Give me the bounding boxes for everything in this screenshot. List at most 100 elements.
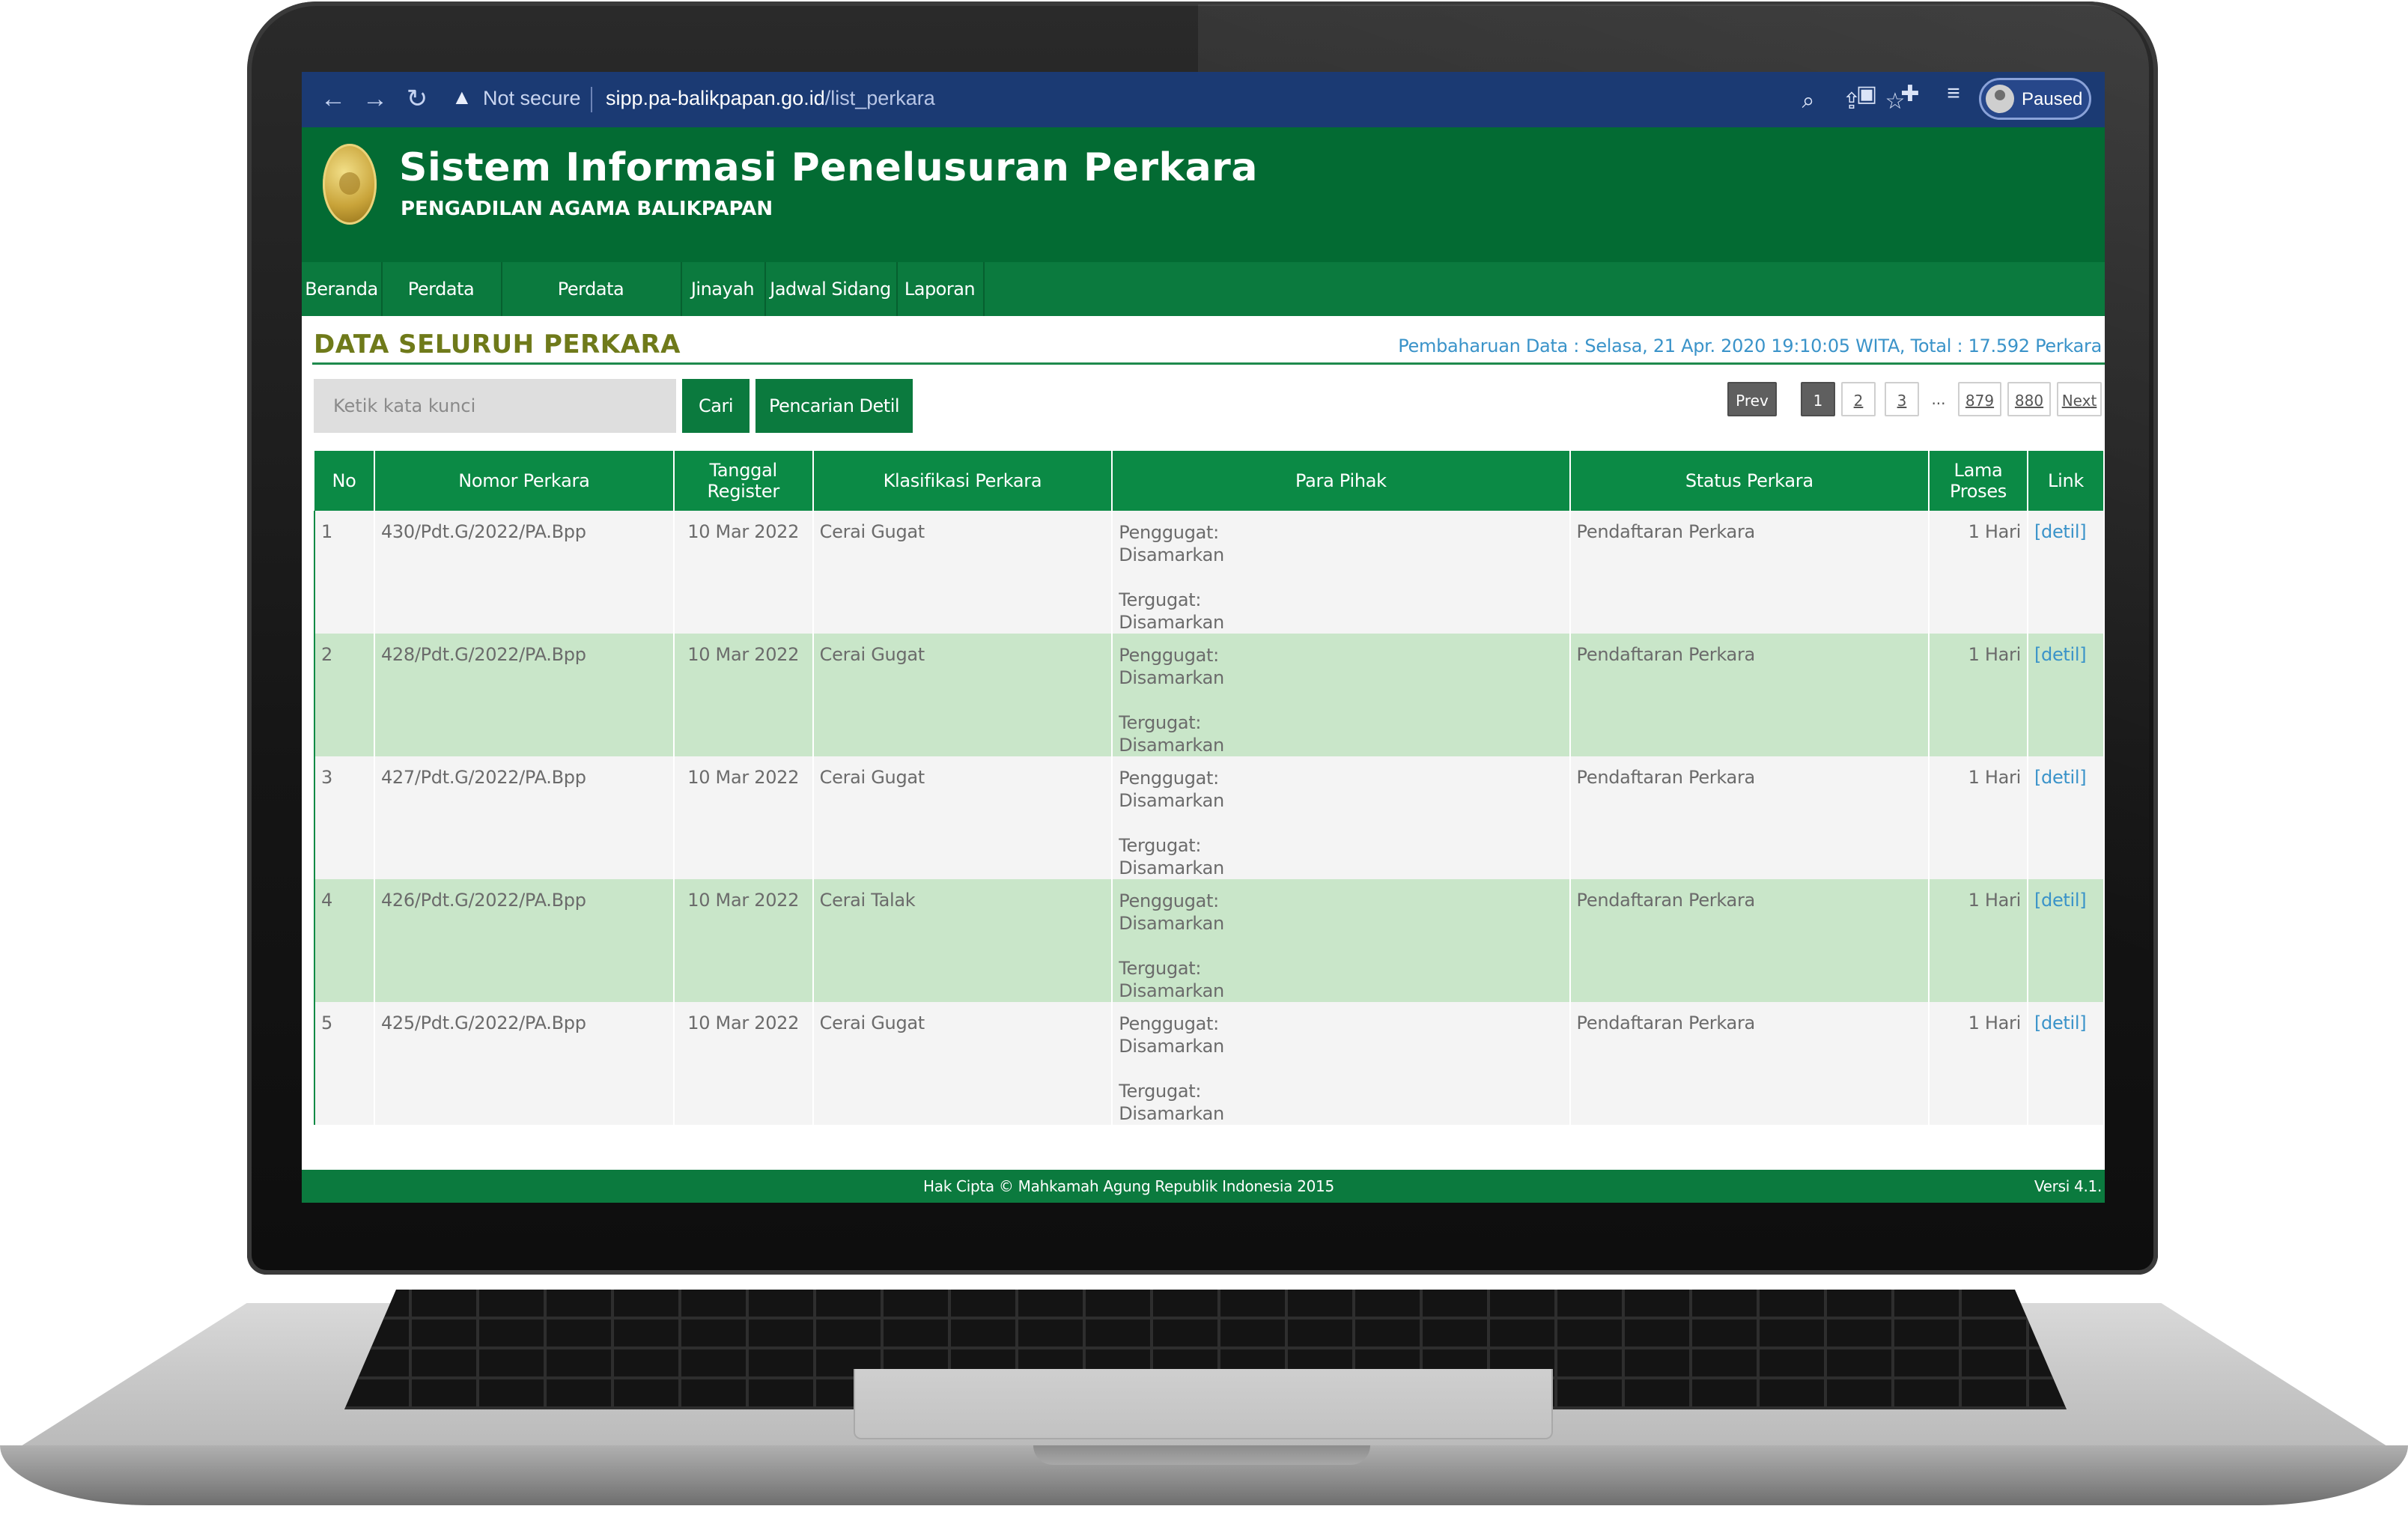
column-header-no[interactable]: No: [314, 451, 375, 511]
security-label[interactable]: Not secure: [483, 87, 581, 110]
cell-lama-proses: 1 Hari: [1929, 1002, 2028, 1125]
forward-arrow-icon[interactable]: →: [359, 82, 392, 115]
tergugat-label: Tergugat:: [1119, 835, 1202, 856]
menu-item-perdata-permohonan[interactable]: Perdata Permohonan: [501, 262, 682, 353]
pagination-ellipsis: ...: [1931, 390, 1946, 408]
tab-search-icon[interactable]: ▣: [1852, 81, 1882, 107]
next-page-button[interactable]: Next: [2057, 382, 2102, 416]
table-row: 2 428/Pdt.G/2022/PA.Bpp 10 Mar 2022 Cera…: [314, 634, 2105, 756]
tergugat-name: Disamarkan: [1119, 980, 1224, 1001]
tergugat-name: Disamarkan: [1119, 857, 1224, 878]
laptop-notch: [1033, 1445, 1370, 1465]
cell-no: 5: [314, 1002, 375, 1125]
column-header-lama-proses[interactable]: Lama Proses: [1929, 451, 2028, 511]
prev-page-button[interactable]: Prev: [1727, 382, 1777, 416]
column-header-klasifikasi[interactable]: Klasifikasi Perkara: [812, 451, 1113, 511]
detail-link[interactable]: [detil]: [2034, 644, 2087, 665]
penggugat-name: Disamarkan: [1119, 913, 1224, 934]
extensions-icon[interactable]: ✚: [1895, 81, 1925, 107]
cell-para-pihak: Penggugat: Disamarkan Tergugat: Disamark…: [1112, 1002, 1571, 1125]
url-host: sipp.pa-balikpapan.go.id: [606, 87, 825, 109]
page-button-3[interactable]: 3: [1885, 382, 1919, 416]
column-header-link[interactable]: Link: [2027, 451, 2105, 511]
reading-list-icon[interactable]: ≡: [1939, 81, 1968, 106]
avatar-icon: [1986, 85, 2014, 113]
cell-klasifikasi: Cerai Gugat: [812, 756, 1113, 879]
tergugat-label: Tergugat:: [1119, 958, 1202, 979]
site-footer: Hak Cipta © Mahkamah Agung Republik Indo…: [302, 1170, 2105, 1203]
cell-tanggal: 10 Mar 2022: [673, 1002, 814, 1125]
tergugat-name: Disamarkan: [1119, 612, 1224, 633]
cell-para-pihak: Penggugat: Disamarkan Tergugat: Disamark…: [1112, 879, 1571, 1002]
tergugat-label: Tergugat:: [1119, 712, 1202, 733]
profile-button[interactable]: Paused: [1979, 78, 2091, 120]
back-arrow-icon[interactable]: ←: [317, 82, 350, 115]
menu-item-jinayah[interactable]: Jinayah: [681, 262, 766, 316]
main-content: DATA SELURUH PERKARA Pembaharuan Data : …: [302, 316, 2105, 1162]
warning-icon[interactable]: ▲: [452, 85, 472, 109]
page-button-880[interactable]: 880: [2007, 382, 2051, 416]
address-bar[interactable]: ▲ Not secure sipp.pa-balikpapan.go.id/li…: [444, 79, 1964, 120]
detail-link[interactable]: [detil]: [2034, 767, 2087, 788]
version-text: Versi 4.1.: [2034, 1177, 2102, 1195]
cell-status: Pendaftaran Perkara: [1569, 1002, 1930, 1125]
page-button-2[interactable]: 2: [1841, 382, 1876, 416]
site-title: Sistem Informasi Penelusuran Perkara: [399, 145, 1258, 190]
cell-para-pihak: Penggugat: Disamarkan Tergugat: Disamark…: [1112, 511, 1571, 634]
cell-status: Pendaftaran Perkara: [1569, 756, 1930, 879]
menu-item-perdata-gugatan[interactable]: Perdata Gugatan: [381, 262, 502, 353]
cell-status: Pendaftaran Perkara: [1569, 879, 1930, 1002]
menu-item-beranda[interactable]: Beranda: [302, 262, 383, 316]
column-header-para-pihak[interactable]: Para Pihak: [1112, 451, 1571, 511]
profile-status: Paused: [2022, 89, 2083, 109]
cell-no: 3: [314, 756, 375, 879]
column-header-status[interactable]: Status Perkara: [1569, 451, 1930, 511]
search-button[interactable]: Cari: [682, 379, 750, 433]
table-row: 5 425/Pdt.G/2022/PA.Bpp 10 Mar 2022 Cera…: [314, 1002, 2105, 1125]
cell-klasifikasi: Cerai Gugat: [812, 634, 1113, 756]
site-subtitle: PENGADILAN AGAMA BALIKPAPAN: [401, 198, 773, 220]
cell-para-pihak: Penggugat: Disamarkan Tergugat: Disamark…: [1112, 634, 1571, 756]
heading-divider: [312, 362, 2105, 365]
table-row: 3 427/Pdt.G/2022/PA.Bpp 10 Mar 2022 Cera…: [314, 756, 2105, 879]
cell-link: [detil]: [2027, 756, 2105, 879]
cell-link: [detil]: [2027, 879, 2105, 1002]
column-header-nomor-perkara[interactable]: Nomor Perkara: [374, 451, 675, 511]
tergugat-name: Disamarkan: [1119, 735, 1224, 756]
page-button-1[interactable]: 1: [1801, 382, 1835, 416]
cell-klasifikasi: Cerai Talak: [812, 879, 1113, 1002]
cell-klasifikasi: Cerai Gugat: [812, 1002, 1113, 1125]
cell-nomor-perkara: 427/Pdt.G/2022/PA.Bpp: [374, 756, 675, 879]
cell-tanggal: 10 Mar 2022: [673, 756, 814, 879]
cell-klasifikasi: Cerai Gugat: [812, 511, 1113, 634]
detail-search-button[interactable]: Pencarian Detil: [755, 379, 913, 433]
copyright-text: Hak Cipta © Mahkamah Agung Republik Indo…: [923, 1177, 1334, 1195]
url-text[interactable]: sipp.pa-balikpapan.go.id/list_perkara: [606, 87, 935, 110]
penggugat-label: Penggugat:: [1119, 1013, 1219, 1034]
penggugat-name: Disamarkan: [1119, 790, 1224, 811]
url-path: /list_perkara: [824, 87, 935, 109]
column-header-tanggal-register[interactable]: Tanggal Register: [673, 451, 814, 511]
cell-nomor-perkara: 425/Pdt.G/2022/PA.Bpp: [374, 1002, 675, 1125]
cell-tanggal: 10 Mar 2022: [673, 634, 814, 756]
cell-lama-proses: 1 Hari: [1929, 634, 2028, 756]
case-table: No Nomor Perkara Tanggal Register Klasif…: [314, 451, 2105, 1125]
cell-nomor-perkara: 426/Pdt.G/2022/PA.Bpp: [374, 879, 675, 1002]
pagination: Prev 1 2 3 ... 879 880 Next: [1727, 382, 2102, 419]
penggugat-label: Penggugat:: [1119, 522, 1219, 543]
penggugat-label: Penggugat:: [1119, 645, 1219, 666]
site-header: Sistem Informasi Penelusuran Perkara PEN…: [302, 127, 2105, 262]
zoom-icon[interactable]: ⌕: [1793, 88, 1823, 114]
detail-link[interactable]: [detil]: [2034, 521, 2087, 542]
detail-link[interactable]: [detil]: [2034, 1012, 2087, 1033]
reload-icon[interactable]: ↻: [401, 82, 434, 115]
tergugat-label: Tergugat:: [1119, 1081, 1202, 1102]
detail-link[interactable]: [detil]: [2034, 890, 2087, 911]
page-button-879[interactable]: 879: [1958, 382, 2001, 416]
menu-item-jadwal-sidang[interactable]: Jadwal Sidang: [764, 262, 898, 316]
search-input[interactable]: [314, 379, 676, 433]
cell-link: [detil]: [2027, 511, 2105, 634]
menu-item-laporan[interactable]: Laporan: [896, 262, 985, 316]
cell-lama-proses: 1 Hari: [1929, 511, 2028, 634]
omnibox-separator: [591, 87, 592, 112]
